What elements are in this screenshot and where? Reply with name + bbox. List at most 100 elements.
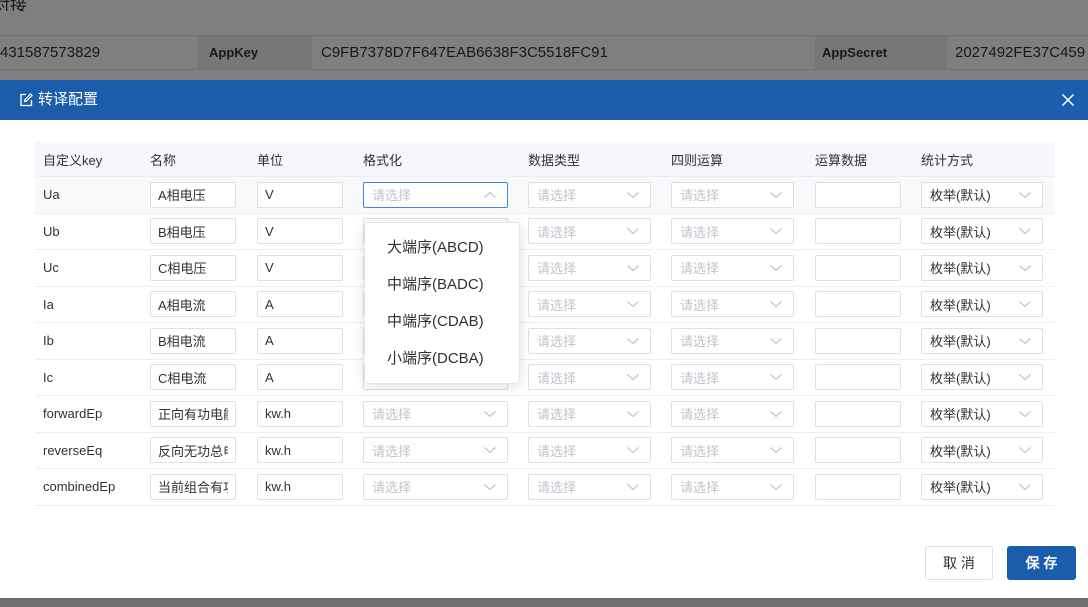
- name-input[interactable]: [150, 327, 236, 354]
- chevron-down-icon: [626, 370, 640, 384]
- unit-input[interactable]: [257, 218, 343, 245]
- data-type-select[interactable]: 请选择: [528, 473, 651, 500]
- save-button[interactable]: 保 存: [1007, 546, 1076, 580]
- name-input[interactable]: [150, 254, 236, 281]
- chevron-down-icon: [626, 407, 640, 421]
- unit-input[interactable]: [257, 327, 343, 354]
- select-placeholder: 请选择: [537, 297, 577, 313]
- unit-input[interactable]: [257, 473, 343, 500]
- dropdown-option[interactable]: 中端序(CDAB): [365, 303, 519, 340]
- table-row: Ib 请选择 请选择 请选择 枚举(默认): [35, 323, 1055, 360]
- name-input[interactable]: [150, 181, 236, 208]
- chevron-up-icon: [483, 188, 497, 202]
- name-input[interactable]: [150, 437, 236, 464]
- data-type-select[interactable]: 请选择: [528, 400, 651, 427]
- cancel-button[interactable]: 取 消: [925, 546, 993, 580]
- edit-icon: [20, 93, 33, 107]
- chevron-down-icon: [626, 224, 640, 238]
- arithmetic-select[interactable]: 请选择: [671, 291, 794, 318]
- stat-method-select[interactable]: 枚举(默认): [921, 254, 1043, 281]
- select-placeholder: 请选择: [537, 261, 577, 277]
- operand-input[interactable]: [815, 327, 901, 354]
- unit-input[interactable]: [257, 400, 343, 427]
- data-type-select[interactable]: 请选择: [528, 437, 651, 464]
- name-input[interactable]: [150, 218, 236, 245]
- chevron-down-icon: [1018, 188, 1032, 202]
- close-button[interactable]: [1061, 93, 1075, 107]
- chevron-down-icon: [769, 224, 783, 238]
- stat-method-select[interactable]: 枚举(默认): [921, 473, 1043, 500]
- stat-method-select[interactable]: 枚举(默认): [921, 218, 1043, 245]
- column-header-format: 格式化: [363, 152, 403, 168]
- select-value: 枚举(默认): [930, 297, 991, 313]
- operand-input[interactable]: [815, 181, 901, 208]
- select-placeholder: 请选择: [680, 443, 720, 459]
- stat-method-select[interactable]: 枚举(默认): [921, 437, 1043, 464]
- chevron-down-icon: [1018, 443, 1032, 457]
- stat-method-select[interactable]: 枚举(默认): [921, 181, 1043, 208]
- arithmetic-select[interactable]: 请选择: [671, 181, 794, 208]
- arithmetic-select[interactable]: 请选择: [671, 327, 794, 354]
- operand-input[interactable]: [815, 218, 901, 245]
- select-placeholder: 请选择: [372, 407, 412, 423]
- format-select[interactable]: 请选择: [363, 473, 508, 500]
- table-header: 自定义key 名称 单位 格式化 数据类型 四则运算 运算数据 统计方式: [35, 142, 1055, 177]
- unit-input[interactable]: [257, 291, 343, 318]
- arithmetic-select[interactable]: 请选择: [671, 400, 794, 427]
- format-select[interactable]: 请选择: [363, 400, 508, 427]
- select-value: 枚举(默认): [930, 370, 991, 386]
- arithmetic-select[interactable]: 请选择: [671, 437, 794, 464]
- format-dropdown: 大端序(ABCD) 中端序(BADC) 中端序(CDAB) 小端序(DCBA): [364, 222, 520, 384]
- data-type-select[interactable]: 请选择: [528, 364, 651, 391]
- select-placeholder: 请选择: [680, 370, 720, 386]
- operand-input[interactable]: [815, 437, 901, 464]
- operand-input[interactable]: [815, 291, 901, 318]
- dropdown-option[interactable]: 大端序(ABCD): [365, 229, 519, 266]
- operand-input[interactable]: [815, 473, 901, 500]
- name-input[interactable]: [150, 473, 236, 500]
- chevron-down-icon: [769, 334, 783, 348]
- dropdown-option[interactable]: 小端序(DCBA): [365, 340, 519, 377]
- data-type-select[interactable]: 请选择: [528, 291, 651, 318]
- arithmetic-select[interactable]: 请选择: [671, 254, 794, 281]
- chevron-down-icon: [626, 261, 640, 275]
- data-type-select[interactable]: 请选择: [528, 327, 651, 354]
- table-row: Ub 请选择 请选择 请选择 枚举(默认): [35, 214, 1055, 250]
- row-key: forwardEp: [43, 406, 103, 422]
- name-input[interactable]: [150, 400, 236, 427]
- stat-method-select[interactable]: 枚举(默认): [921, 327, 1043, 354]
- name-input[interactable]: [150, 364, 236, 391]
- format-select[interactable]: 请选择: [363, 437, 508, 464]
- data-type-select[interactable]: 请选择: [528, 181, 651, 208]
- chevron-down-icon: [483, 480, 497, 494]
- unit-input[interactable]: [257, 181, 343, 208]
- select-placeholder: 请选择: [680, 480, 720, 496]
- dialog-title: 转译配置: [38, 91, 99, 108]
- chevron-down-icon: [1018, 261, 1032, 275]
- arithmetic-select[interactable]: 请选择: [671, 364, 794, 391]
- unit-input[interactable]: [257, 364, 343, 391]
- unit-input[interactable]: [257, 254, 343, 281]
- screen: 对接 431587573829 AppKey C9FB7378D7F647EAB…: [0, 0, 1088, 607]
- chevron-down-icon: [769, 370, 783, 384]
- column-header-unit: 单位: [257, 152, 284, 168]
- chevron-down-icon: [1018, 297, 1032, 311]
- stat-method-select[interactable]: 枚举(默认): [921, 291, 1043, 318]
- column-header-key: 自定义key: [43, 152, 103, 168]
- chevron-down-icon: [626, 334, 640, 348]
- unit-input[interactable]: [257, 437, 343, 464]
- arithmetic-select[interactable]: 请选择: [671, 473, 794, 500]
- name-input[interactable]: [150, 291, 236, 318]
- chevron-down-icon: [483, 407, 497, 421]
- stat-method-select[interactable]: 枚举(默认): [921, 400, 1043, 427]
- operand-input[interactable]: [815, 364, 901, 391]
- operand-input[interactable]: [815, 400, 901, 427]
- arithmetic-select[interactable]: 请选择: [671, 218, 794, 245]
- operand-input[interactable]: [815, 254, 901, 281]
- dropdown-option[interactable]: 中端序(BADC): [365, 266, 519, 303]
- data-type-select[interactable]: 请选择: [528, 254, 651, 281]
- column-header-name: 名称: [150, 152, 177, 168]
- data-type-select[interactable]: 请选择: [528, 218, 651, 245]
- stat-method-select[interactable]: 枚举(默认): [921, 364, 1043, 391]
- format-select[interactable]: 请选择: [363, 181, 508, 208]
